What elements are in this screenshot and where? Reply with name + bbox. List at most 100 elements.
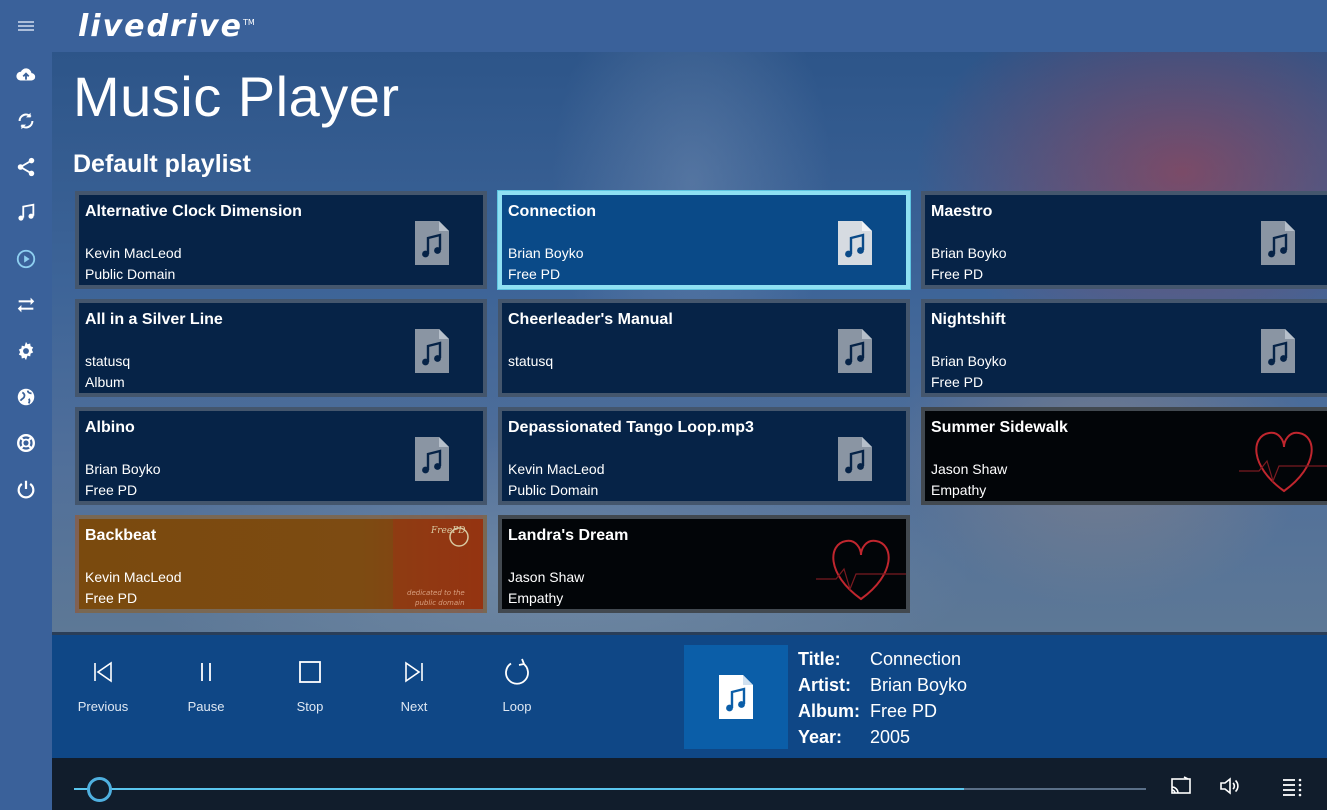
lifebuoy-icon <box>17 434 35 452</box>
heart-album-art <box>1239 431 1327 493</box>
previous-button[interactable]: Previous <box>63 657 143 714</box>
track-title: Nightshift <box>931 311 1006 328</box>
globe-icon <box>17 388 35 406</box>
sync-icon <box>18 112 34 130</box>
stop-label: Stop <box>296 699 324 714</box>
now-playing-info: Title: Connection Artist: Brian Boyko Albu… <box>798 649 967 753</box>
track-artist: Brian Boyko <box>508 245 584 261</box>
track-title: Maestro <box>931 203 993 220</box>
music-file-icon <box>415 221 449 265</box>
transfer-button[interactable] <box>0 282 52 328</box>
seek-thumb[interactable] <box>87 777 112 802</box>
track-tile-selected[interactable]: Connection Brian Boyko Free PD <box>498 191 910 289</box>
track-title: Albino <box>85 419 135 436</box>
track-album: Album <box>85 374 125 390</box>
volume-button[interactable] <box>1218 774 1244 800</box>
track-album: Free PD <box>931 266 984 282</box>
loop-button[interactable]: Loop <box>477 657 557 714</box>
track-artist: statusq <box>85 353 131 369</box>
track-title: All in a Silver Line <box>85 311 223 328</box>
list-menu-icon <box>1283 778 1302 797</box>
track-album: Free PD <box>85 482 138 498</box>
menu-button[interactable] <box>0 0 52 52</box>
music-button[interactable] <box>0 190 52 236</box>
main-content: Music Player Default playlist Alternativ… <box>52 52 1327 632</box>
loop-icon <box>505 658 529 685</box>
track-album: Empathy <box>508 590 564 606</box>
web-button[interactable] <box>0 374 52 420</box>
track-artist: Kevin MacLeod <box>508 461 605 477</box>
track-album: Public Domain <box>508 482 599 498</box>
now-playing-artist: Brian Boyko <box>870 675 968 695</box>
page-title: Music Player <box>73 65 400 128</box>
play-circle-icon <box>16 249 36 269</box>
help-button[interactable] <box>0 420 52 466</box>
track-tile[interactable]: Maestro Brian Boyko Free PD <box>921 191 1327 289</box>
cast-button[interactable] <box>1169 774 1195 800</box>
svg-text:public domain: public domain <box>414 599 465 607</box>
seek-track[interactable] <box>74 788 1146 790</box>
upload-button[interactable] <box>0 52 52 98</box>
track-artist: statusq <box>508 353 554 369</box>
title-key: Title: <box>798 649 841 669</box>
music-file-icon <box>1261 221 1295 265</box>
app-header: livedriveTM <box>52 0 1327 52</box>
svg-text:FreePD: FreePD <box>430 526 465 536</box>
logout-button[interactable] <box>0 466 52 512</box>
track-artist: Brian Boyko <box>931 353 1007 369</box>
track-title: Connection <box>508 203 596 220</box>
track-tile[interactable]: Nightshift Brian Boyko Free PD <box>921 299 1327 397</box>
seek-buffered-fill <box>74 788 964 790</box>
music-file-icon <box>415 437 449 481</box>
player-bar: Previous Pause Stop Next Loop Title: Conn… <box>52 632 1327 758</box>
track-artist: Brian Boyko <box>931 245 1007 261</box>
music-file-icon <box>838 437 872 481</box>
heart-album-art <box>816 539 906 601</box>
free-pd-album-art: FreePD dedicated to the public domain <box>393 519 483 609</box>
track-tile[interactable]: Summer Sidewalk Jason Shaw Empathy <box>921 407 1327 505</box>
livedrive-logo: livedriveTM <box>78 8 255 44</box>
track-album: Empathy <box>931 482 987 498</box>
track-tile[interactable]: Landra's Dream Jason Shaw Empathy <box>498 515 910 613</box>
share-button[interactable] <box>0 144 52 190</box>
player-button[interactable] <box>0 236 52 282</box>
track-title: Cheerleader's Manual <box>508 311 673 328</box>
music-note-icon <box>18 203 35 221</box>
playlist-menu-button[interactable] <box>1280 774 1306 800</box>
track-artist: Jason Shaw <box>931 461 1008 477</box>
track-album: Public Domain <box>85 266 176 282</box>
next-button[interactable]: Next <box>374 657 454 714</box>
track-tile[interactable]: All in a Silver Line statusq Album <box>75 299 487 397</box>
settings-button[interactable] <box>0 328 52 374</box>
track-tile[interactable]: FreePD dedicated to the public domain Back… <box>75 515 487 613</box>
skip-previous-icon <box>94 661 112 683</box>
stop-button[interactable]: Stop <box>270 657 350 714</box>
track-artist: Brian Boyko <box>85 461 161 477</box>
track-tile[interactable]: Alternative Clock Dimension Kevin MacLeo… <box>75 191 487 289</box>
now-playing-title: Connection <box>870 649 962 669</box>
previous-label: Previous <box>77 699 129 714</box>
track-title: Summer Sidewalk <box>931 419 1068 436</box>
next-label: Next <box>400 699 428 714</box>
track-artist: Kevin MacLeod <box>85 245 182 261</box>
track-tile[interactable]: Depassionated Tango Loop.mp3 Kevin MacLe… <box>498 407 910 505</box>
track-tile[interactable]: Albino Brian Boyko Free PD <box>75 407 487 505</box>
track-tile[interactable]: Cheerleader's Manual statusq <box>498 299 910 397</box>
gear-icon <box>18 341 34 361</box>
track-title: Depassionated Tango Loop.mp3 <box>508 419 754 436</box>
music-file-icon <box>838 221 872 265</box>
playlist-title: Default playlist <box>73 150 251 178</box>
pause-button[interactable]: Pause <box>166 657 246 714</box>
now-playing-year: 2005 <box>870 727 911 747</box>
skip-next-icon <box>405 661 423 683</box>
track-artist: Kevin MacLeod <box>85 569 182 585</box>
year-key: Year: <box>798 727 843 747</box>
music-file-icon <box>415 329 449 373</box>
transfer-icon <box>17 297 35 313</box>
seek-bar <box>52 758 1327 810</box>
track-album: Free PD <box>508 266 561 282</box>
share-icon <box>17 157 35 177</box>
menu-icon <box>18 21 34 31</box>
now-playing-album: Free PD <box>870 701 938 721</box>
sync-button[interactable] <box>0 98 52 144</box>
